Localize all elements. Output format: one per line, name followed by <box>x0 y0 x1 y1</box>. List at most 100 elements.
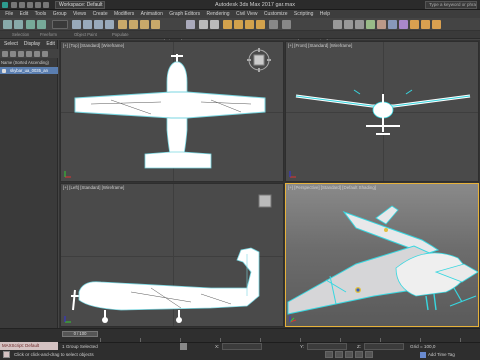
align-icon[interactable] <box>333 20 342 29</box>
filter-shapes-icon[interactable] <box>10 50 16 57</box>
link-icon[interactable] <box>26 20 35 29</box>
playback-controls <box>325 350 405 360</box>
menu-views[interactable]: Views <box>70 10 90 18</box>
ribbon-tab-selection[interactable]: Selection <box>12 31 29 39</box>
y-coord-field[interactable] <box>307 343 347 350</box>
snaps-toggle-icon[interactable] <box>223 20 232 29</box>
viewport-left[interactable]: [+] [Left] [Standard] [Wireframe] <box>60 183 284 327</box>
scale-icon[interactable] <box>140 20 149 29</box>
next-frame-icon[interactable] <box>355 351 363 358</box>
viewcube-compass[interactable] <box>247 48 271 72</box>
window-crossing-icon[interactable] <box>105 20 114 29</box>
layer-manager-icon[interactable] <box>344 20 353 29</box>
x-coord-label: X: <box>215 344 220 349</box>
mirror-icon[interactable] <box>282 20 291 29</box>
move-icon[interactable] <box>118 20 127 29</box>
menu-create[interactable]: Create <box>89 10 110 18</box>
redo-icon[interactable] <box>43 2 49 8</box>
rect-selection-icon[interactable] <box>94 20 103 29</box>
viewport-top[interactable]: [+] [Top] [Standard] [Wireframe] <box>60 41 284 182</box>
percent-snap-icon[interactable] <box>245 20 254 29</box>
menu-modifiers[interactable]: Modifiers <box>111 10 138 18</box>
spinner-snap-icon[interactable] <box>256 20 265 29</box>
menu-group[interactable]: Group <box>50 10 70 18</box>
timeline[interactable]: 0 / 100 <box>0 328 480 342</box>
workspace-dropdown[interactable]: Workspace: Default <box>55 1 105 9</box>
viewcube-left[interactable] <box>256 192 274 210</box>
menu-civil-view[interactable]: Civil View <box>233 10 261 18</box>
curve-editor-icon[interactable] <box>377 20 386 29</box>
filter-cameras-icon[interactable] <box>26 50 32 57</box>
add-time-tag[interactable]: Add Time Tag <box>428 351 455 359</box>
go-to-start-icon[interactable] <box>325 351 333 358</box>
menu-scripting[interactable]: Scripting <box>291 10 317 18</box>
angle-snap-icon[interactable] <box>234 20 243 29</box>
lock-selection-icon[interactable] <box>180 343 187 350</box>
filter-lights-icon[interactable] <box>18 50 24 57</box>
viewport-perspective[interactable]: [+] [Perspective] [Standard] [Default Sh… <box>285 183 479 327</box>
filter-helpers-icon[interactable] <box>34 50 40 57</box>
menu-rendering[interactable]: Rendering <box>203 10 232 18</box>
filter-spacewarps-icon[interactable] <box>42 50 48 57</box>
time-tag-icon[interactable] <box>420 352 426 358</box>
open-file-icon[interactable] <box>19 2 25 8</box>
menu-customize[interactable]: Customize <box>261 10 291 18</box>
axis-tripod-icon <box>64 316 71 323</box>
undo-icon[interactable] <box>35 2 41 8</box>
menu-help[interactable]: Help <box>317 10 334 18</box>
scene-column-header[interactable]: Name (Sorted Ascending) <box>0 59 58 66</box>
selection-filter-dropdown[interactable] <box>52 20 68 29</box>
rotate-icon[interactable] <box>129 20 138 29</box>
select-object-icon[interactable] <box>72 20 81 29</box>
rendered-frame-icon[interactable] <box>421 20 430 29</box>
scene-explorer-tabs: Select Display Edit <box>0 40 58 49</box>
app-logo-icon[interactable] <box>2 2 8 8</box>
maxscript-mini-icon[interactable] <box>3 351 10 358</box>
maxscript-listener[interactable]: MAXScript: Default <box>0 342 58 350</box>
go-to-end-icon[interactable] <box>365 351 373 358</box>
menu-bar: File Edit Tools Group Views Create Modif… <box>0 10 480 18</box>
ribbon-tab-populate[interactable]: Populate <box>112 31 129 39</box>
z-coord-field[interactable] <box>364 343 404 350</box>
axis-tripod-icon <box>64 171 71 178</box>
render-setup-icon[interactable] <box>410 20 419 29</box>
save-file-icon[interactable] <box>27 2 33 8</box>
ribbon-tab-freeform[interactable]: Freeform <box>40 31 57 39</box>
viewport-front[interactable]: [+] [Front] [Standard] [Wireframe] <box>285 41 479 182</box>
menu-animation[interactable]: Animation <box>137 10 166 18</box>
scene-explorer-panel: Select Display Edit Name (Sorted Ascendi… <box>0 40 58 328</box>
placement-icon[interactable] <box>151 20 160 29</box>
material-editor-icon[interactable] <box>399 20 408 29</box>
x-coord-field[interactable] <box>222 343 262 350</box>
undo-tool-icon[interactable] <box>3 20 12 29</box>
visibility-eye-icon[interactable] <box>2 68 6 73</box>
menu-tools[interactable]: Tools <box>31 10 49 18</box>
menu-edit[interactable]: Edit <box>16 10 31 18</box>
scene-explorer-icon[interactable] <box>355 20 364 29</box>
new-file-icon[interactable] <box>11 2 17 8</box>
play-icon[interactable] <box>345 351 353 358</box>
scene-object-label: skybar_ua_0035_an <box>10 68 48 73</box>
pivot-center-icon[interactable] <box>186 20 195 29</box>
previous-frame-icon[interactable] <box>335 351 343 358</box>
time-slider[interactable]: 0 / 100 <box>62 331 98 337</box>
select-by-name-icon[interactable] <box>83 20 92 29</box>
edit-named-selection-icon[interactable] <box>269 20 278 29</box>
filter-geometry-icon[interactable] <box>2 50 8 57</box>
keyboard-shortcut-icon[interactable] <box>210 20 219 29</box>
search-input[interactable]: Type a keyword or phrase <box>425 1 477 9</box>
unlink-icon[interactable] <box>37 20 46 29</box>
scene-tab-edit[interactable]: Edit <box>43 40 58 49</box>
schematic-view-icon[interactable] <box>388 20 397 29</box>
app-window: Workspace: Default Autodesk 3ds Max 2017… <box>0 0 480 360</box>
scene-tab-display[interactable]: Display <box>21 40 43 49</box>
menu-file[interactable]: File <box>2 10 16 18</box>
render-production-icon[interactable] <box>432 20 441 29</box>
redo-tool-icon[interactable] <box>14 20 23 29</box>
scene-tab-select[interactable]: Select <box>1 40 21 49</box>
ribbon-tab-object-paint[interactable]: Object Paint <box>74 31 97 39</box>
graphite-toolbox-icon[interactable] <box>366 20 375 29</box>
scene-object-row[interactable]: skybar_ua_0035_an <box>0 67 58 74</box>
select-manipulate-icon[interactable] <box>199 20 208 29</box>
menu-graph-editors[interactable]: Graph Editors <box>166 10 203 18</box>
